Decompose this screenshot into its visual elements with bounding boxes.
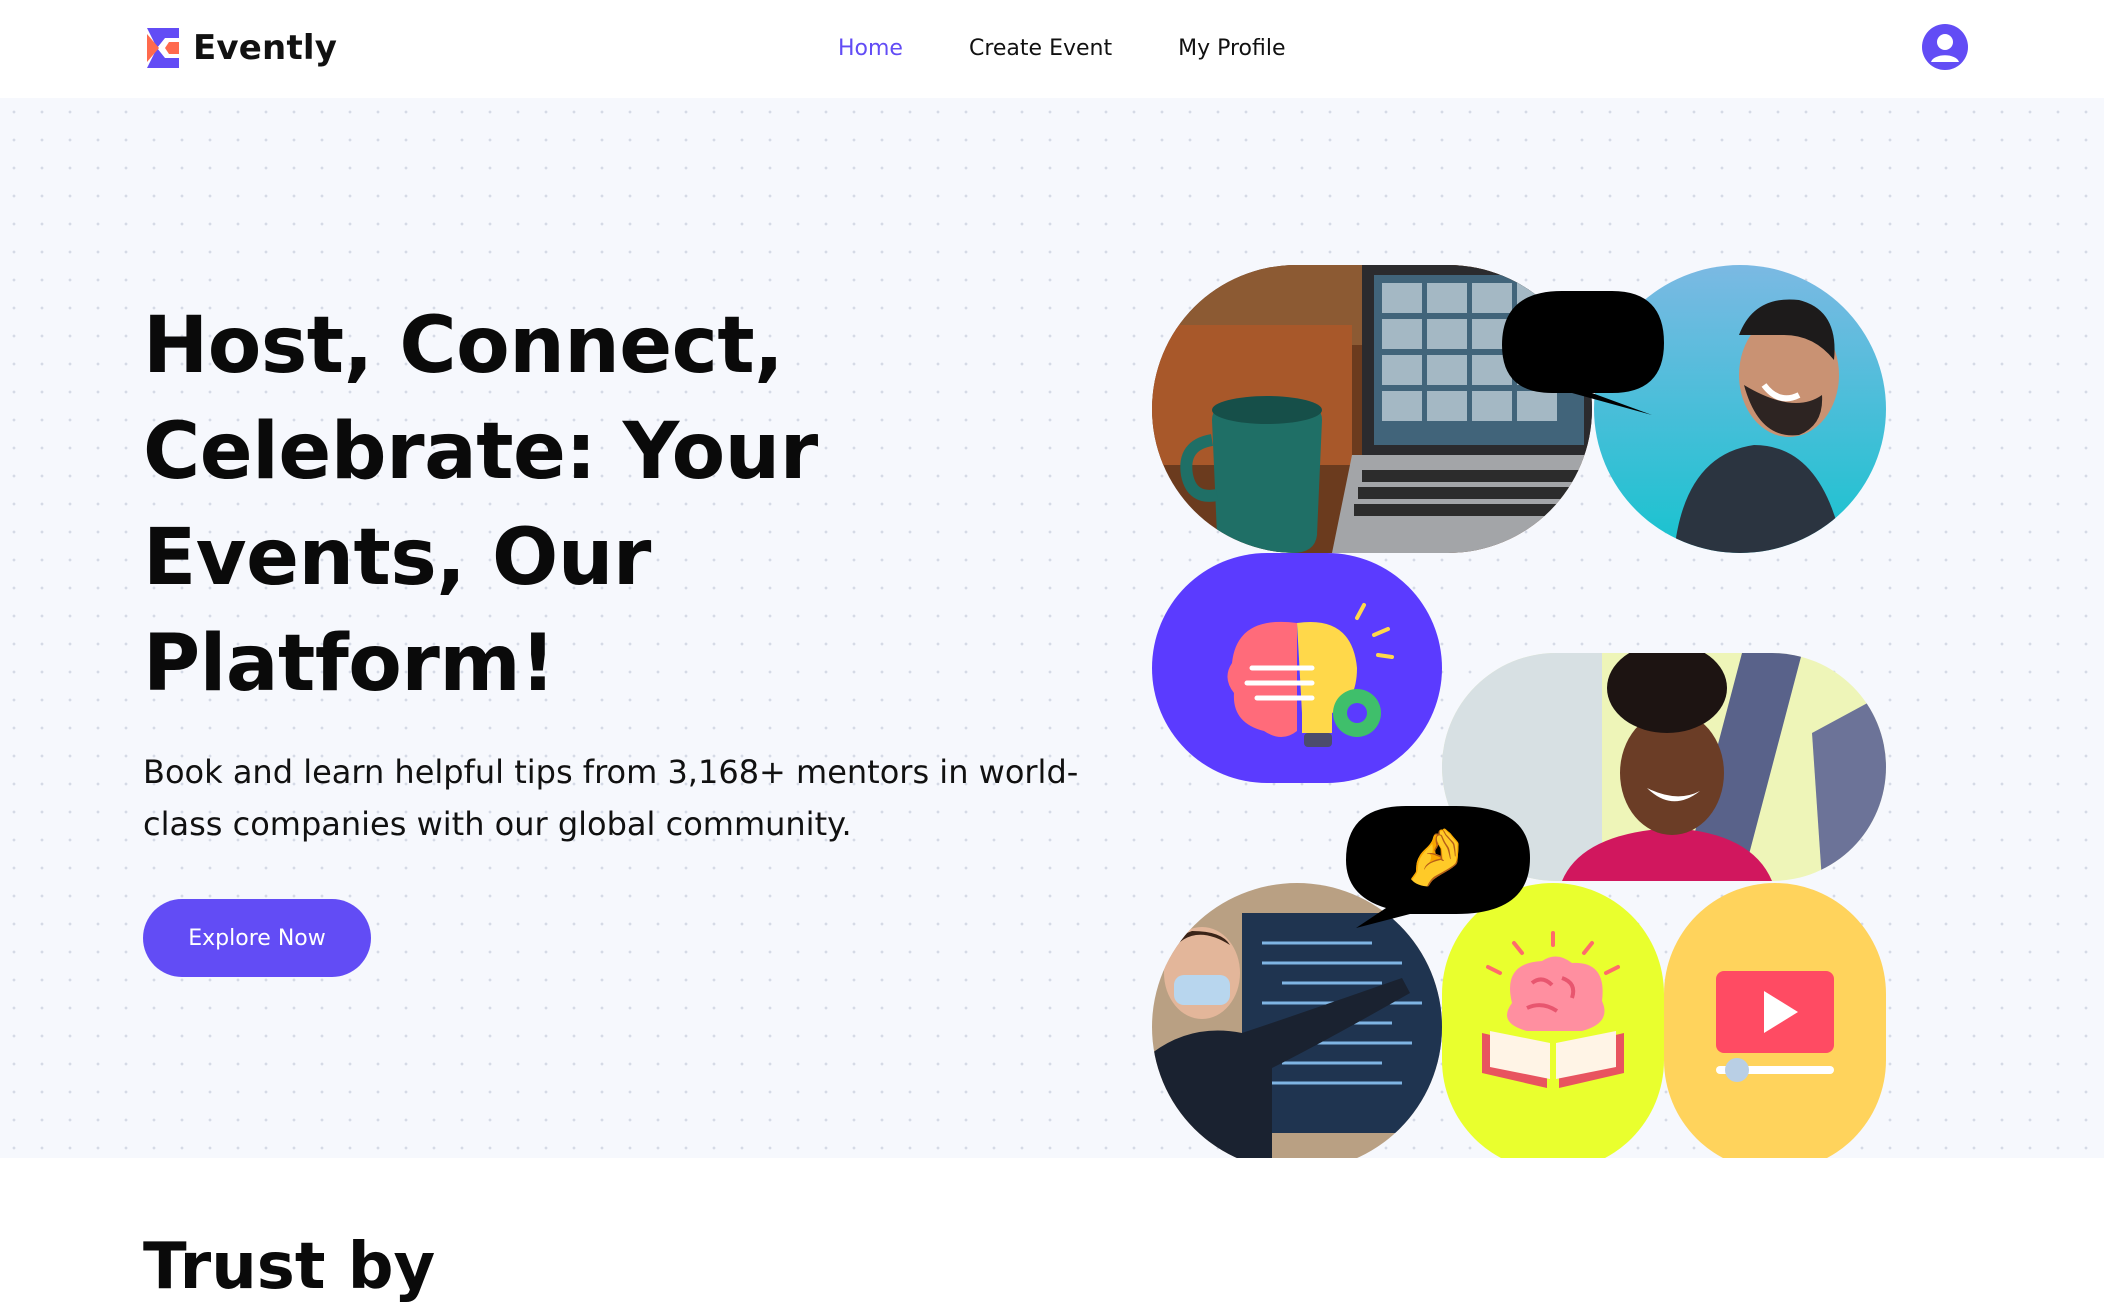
trusted-by-section: Trust by	[0, 1158, 2104, 1304]
brand-logo[interactable]: Evently	[143, 24, 337, 72]
section-title: Trust by	[143, 1230, 436, 1304]
brand-name: Evently	[193, 28, 338, 68]
user-icon	[1931, 34, 1959, 62]
nav-home[interactable]: Home	[838, 36, 903, 61]
hero-collage: 😍 🤌	[0, 98, 2104, 1171]
top-navbar: Evently Home Create Event My Profile	[0, 0, 2104, 98]
hero-section: Host, Connect, Celebrate: Your Events, O…	[0, 98, 2104, 1171]
nav-my-profile[interactable]: My Profile	[1178, 36, 1285, 61]
evently-logo-icon	[147, 28, 179, 68]
video-player-illustration	[1664, 883, 1886, 1171]
heart-eyes-emoji-icon: 😍	[1540, 306, 1599, 371]
main-nav: Home Create Event My Profile	[838, 30, 1286, 66]
speech-bubble-heart-eyes: 😍	[1482, 281, 1664, 417]
pinched-fingers-emoji-icon: 🤌	[1401, 825, 1471, 890]
speech-bubble-pinched-fingers: 🤌	[1346, 792, 1530, 928]
nav-create-event[interactable]: Create Event	[969, 36, 1112, 61]
brain-lightbulb-illustration	[1152, 553, 1442, 783]
user-avatar[interactable]	[1922, 24, 1968, 70]
